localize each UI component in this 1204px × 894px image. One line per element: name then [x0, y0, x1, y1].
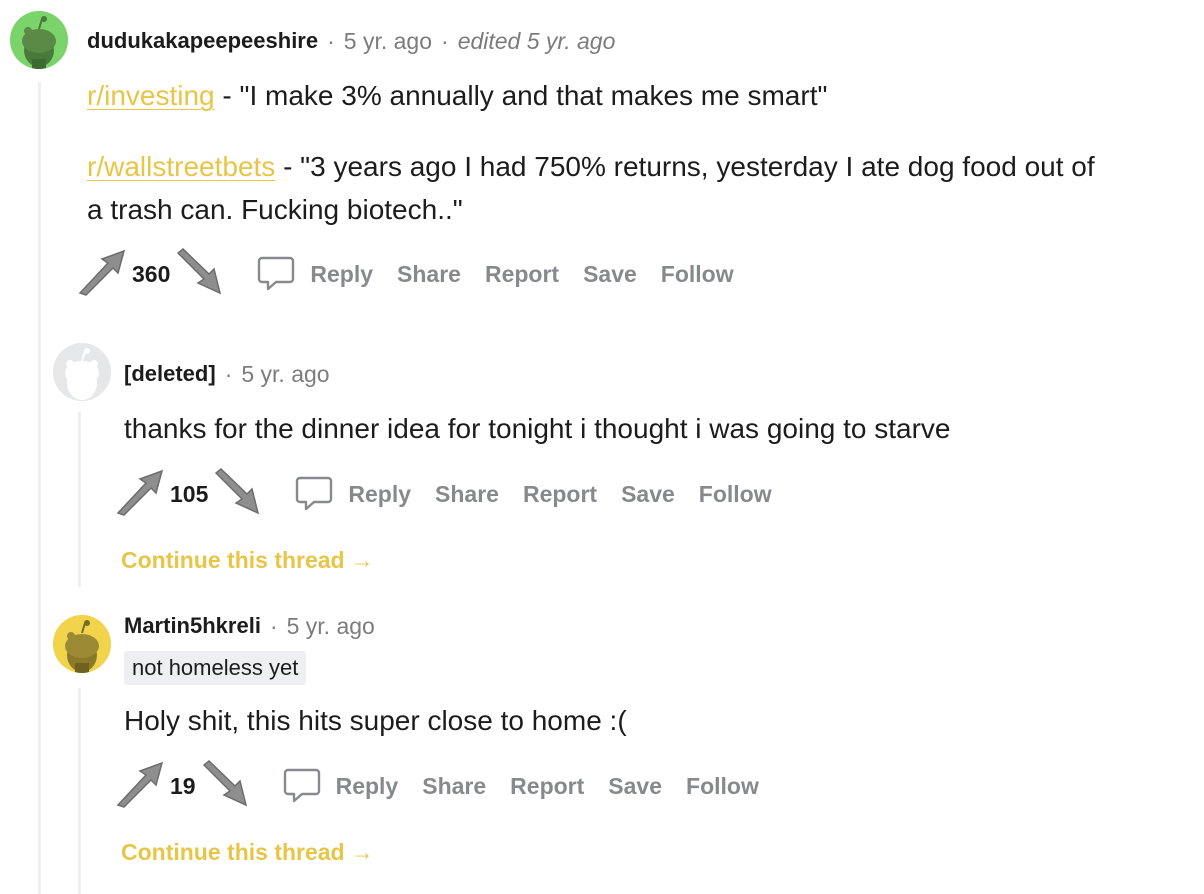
comment-icon[interactable]: [256, 252, 296, 297]
downvote-icon[interactable]: [174, 247, 224, 302]
avatar[interactable]: [53, 343, 111, 401]
comment-meta: dudukakapeepeeshire · 5 yr. ago · edited…: [87, 26, 615, 56]
upvote-icon[interactable]: [116, 759, 166, 814]
comment-body-line: r/investing - "I make 3% annually and th…: [87, 74, 827, 117]
comment-text: a trash can. Fucking biotech..": [87, 194, 463, 225]
downvote-icon[interactable]: [212, 467, 262, 522]
meta-separator: ·: [224, 360, 233, 387]
comment-timestamp[interactable]: 5 yr. ago: [287, 613, 375, 640]
subreddit-link[interactable]: r/wallstreetbets: [87, 151, 275, 182]
thread-line-deleted[interactable]: [78, 412, 81, 587]
follow-button[interactable]: Follow: [661, 261, 734, 288]
vote-score: 19: [170, 772, 196, 799]
comment-meta: [deleted] · 5 yr. ago: [124, 359, 330, 389]
snoo-avatar-icon: [10, 11, 68, 69]
follow-button[interactable]: Follow: [699, 481, 772, 508]
continue-thread-label: Continue this thread: [121, 547, 345, 573]
follow-button[interactable]: Follow: [686, 773, 759, 800]
comment-author: [deleted]: [124, 361, 216, 386]
comment-actions: 360 Reply Share Report Save Follow: [78, 247, 734, 302]
report-button[interactable]: Report: [510, 773, 584, 800]
comment-actions: 105 Reply Share Report Save Follow: [116, 467, 772, 522]
share-button[interactable]: Share: [397, 261, 461, 288]
subreddit-link[interactable]: r/investing: [87, 80, 215, 111]
comment-timestamp[interactable]: 5 yr. ago: [241, 361, 329, 388]
report-button[interactable]: Report: [485, 261, 559, 288]
upvote-icon[interactable]: [78, 247, 128, 302]
meta-separator: ·: [441, 27, 449, 54]
comment-body-line: r/wallstreetbets - "3 years ago I had 75…: [87, 145, 1095, 188]
comment-author[interactable]: dudukakapeepeeshire: [87, 28, 318, 54]
save-button[interactable]: Save: [583, 261, 637, 288]
comment-body: Holy shit, this hits super close to home…: [124, 705, 627, 736]
arrow-right-icon: →: [350, 839, 374, 865]
meta-separator: ·: [327, 27, 335, 54]
vote-score: 360: [132, 260, 171, 287]
report-button[interactable]: Report: [523, 481, 597, 508]
continue-thread-link[interactable]: Continue this thread →: [121, 839, 374, 866]
comment-edited: edited 5 yr. ago: [457, 27, 616, 54]
reply-button[interactable]: Reply: [310, 261, 373, 288]
comment-text: - "3 years ago I had 750% returns, yeste…: [275, 151, 1095, 182]
comment-actions: 19 Reply Share Report Save Follow: [116, 759, 759, 814]
comment-icon[interactable]: [294, 472, 334, 517]
snoo-avatar-icon: [53, 615, 111, 673]
save-button[interactable]: Save: [621, 481, 675, 508]
continue-thread-link[interactable]: Continue this thread →: [121, 547, 374, 574]
thread-line-martin[interactable]: [78, 688, 81, 894]
meta-separator: ·: [269, 612, 278, 639]
comment-meta: Martin5hkreli · 5 yr. ago: [124, 611, 375, 641]
reply-button[interactable]: Reply: [336, 773, 399, 800]
comment-author[interactable]: Martin5hkreli: [124, 613, 261, 639]
vote-score: 105: [170, 480, 209, 507]
snoo-avatar-icon: [53, 343, 111, 401]
comment-timestamp[interactable]: 5 yr. ago: [344, 28, 432, 55]
downvote-icon[interactable]: [200, 759, 250, 814]
upvote-icon[interactable]: [116, 467, 166, 522]
comment-text: - "I make 3% annually and that makes me …: [214, 80, 828, 111]
save-button[interactable]: Save: [608, 773, 662, 800]
share-button[interactable]: Share: [422, 773, 486, 800]
arrow-right-icon: →: [350, 547, 374, 573]
share-button[interactable]: Share: [435, 481, 499, 508]
avatar[interactable]: [10, 11, 68, 69]
user-flair: not homeless yet: [124, 651, 307, 685]
comment-icon[interactable]: [282, 764, 322, 809]
comment-body-line: a trash can. Fucking biotech..": [87, 188, 463, 231]
avatar[interactable]: [53, 615, 111, 673]
comment-body: thanks for the dinner idea for tonight i…: [124, 413, 951, 444]
thread-line-root[interactable]: [38, 82, 41, 894]
continue-thread-label: Continue this thread: [121, 839, 345, 865]
reply-button[interactable]: Reply: [348, 481, 411, 508]
